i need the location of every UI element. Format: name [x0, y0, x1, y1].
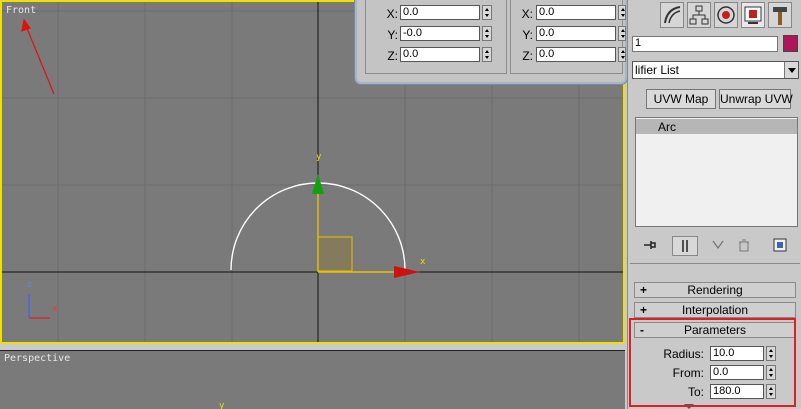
offset-z-row: Z: 0.0 [511, 47, 626, 65]
highlight-box [629, 318, 796, 407]
panel-separator [630, 263, 800, 264]
offset-x-label: X: [521, 7, 533, 21]
pin-stack-icon[interactable] [640, 236, 660, 254]
show-end-result-icon[interactable] [672, 236, 698, 256]
perspective-gizmo-y-label: y [219, 401, 225, 409]
motion-icon[interactable] [660, 2, 684, 28]
modifier-list-label: lifier List [635, 63, 680, 77]
rollout-interpolation-toggle: + [640, 303, 648, 317]
absolute-y-spinner[interactable] [482, 26, 492, 41]
perspective-viewport[interactable]: Perspective y [0, 350, 625, 409]
uvw-map-button[interactable]: UVW Map [646, 89, 716, 109]
configure-modifier-sets-icon[interactable] [770, 236, 790, 254]
view-axis-tripod [28, 294, 50, 319]
absolute-y-row: Y: -0.0 [366, 26, 506, 44]
absolute-world-group: X: 0.0 Y: -0.0 Z: 0.0 [365, 0, 507, 74]
offset-y-row: Y: 0.0 [511, 26, 626, 44]
offset-screen-group: X: 0.0 Y: 0.0 Z: 0.0 [510, 0, 626, 74]
offset-x-spinner[interactable] [618, 5, 626, 20]
y-axis-arrowhead [312, 174, 324, 194]
offset-z-label: Z: [522, 49, 533, 63]
command-panel: 1 lifier List UVW Map Unwrap UVW Arc + R… [627, 0, 801, 409]
utilities-icon[interactable] [741, 2, 765, 28]
offset-y-field[interactable]: 0.0 [536, 26, 616, 41]
absolute-z-label: Z: [387, 49, 398, 63]
modifier-stack-list[interactable]: Arc [635, 117, 798, 227]
object-name-field[interactable]: 1 [632, 36, 778, 52]
absolute-y-label: Y: [387, 28, 398, 42]
offset-y-spinner[interactable] [618, 26, 626, 41]
absolute-y-field[interactable]: -0.0 [400, 26, 480, 41]
tripod-z-label: z [27, 280, 33, 290]
unwrap-uvw-button[interactable]: Unwrap UVW [719, 89, 793, 109]
offset-x-row: X: 0.0 [511, 5, 626, 23]
hammer-icon[interactable] [768, 2, 792, 28]
rollout-interpolation[interactable]: + Interpolation [634, 302, 796, 318]
rollout-interpolation-label: Interpolation [681, 303, 749, 317]
pivot-square [317, 236, 353, 272]
modifier-list-dropdown[interactable]: lifier List [632, 61, 799, 79]
display-icon[interactable] [714, 2, 738, 28]
tripod-x-label: x [52, 304, 58, 314]
x-axis-arrowhead [394, 266, 420, 278]
absolute-z-spinner[interactable] [482, 47, 492, 62]
make-unique-icon[interactable] [708, 236, 728, 254]
rollout-rendering-label: Rendering [687, 283, 743, 297]
rollout-rendering-toggle: + [640, 283, 648, 297]
offset-x-field[interactable]: 0.0 [536, 5, 616, 20]
stack-item-label: Arc [658, 120, 676, 134]
absolute-x-field[interactable]: 0.0 [400, 5, 480, 20]
rollout-rendering[interactable]: + Rendering [634, 282, 796, 298]
chevron-down-icon[interactable] [784, 62, 798, 78]
gizmo-y-label: y [316, 152, 322, 162]
offset-y-label: Y: [522, 28, 533, 42]
hierarchy-icon[interactable] [687, 2, 711, 28]
offset-z-spinner[interactable] [618, 47, 626, 62]
viewport-label-front[interactable]: Front [6, 5, 36, 16]
remove-modifier-icon[interactable] [734, 236, 754, 254]
absolute-z-field[interactable]: 0.0 [400, 47, 480, 62]
gizmo-x-label: x [420, 257, 426, 267]
stack-item-arc[interactable]: Arc [636, 119, 797, 134]
object-color-swatch[interactable] [783, 35, 798, 52]
annotation-arrow [21, 18, 55, 95]
absolute-x-spinner[interactable] [482, 5, 492, 20]
absolute-x-row: X: 0.0 [366, 5, 506, 23]
viewport-label-perspective[interactable]: Perspective [4, 353, 70, 364]
offset-z-field[interactable]: 0.0 [536, 47, 616, 62]
transform-type-in-dialog[interactable]: X: 0.0 Y: -0.0 Z: 0.0 X: 0.0 Y: 0.0 Z: 0… [355, 0, 627, 84]
absolute-x-label: X: [386, 7, 398, 21]
absolute-z-row: Z: 0.0 [366, 47, 506, 65]
